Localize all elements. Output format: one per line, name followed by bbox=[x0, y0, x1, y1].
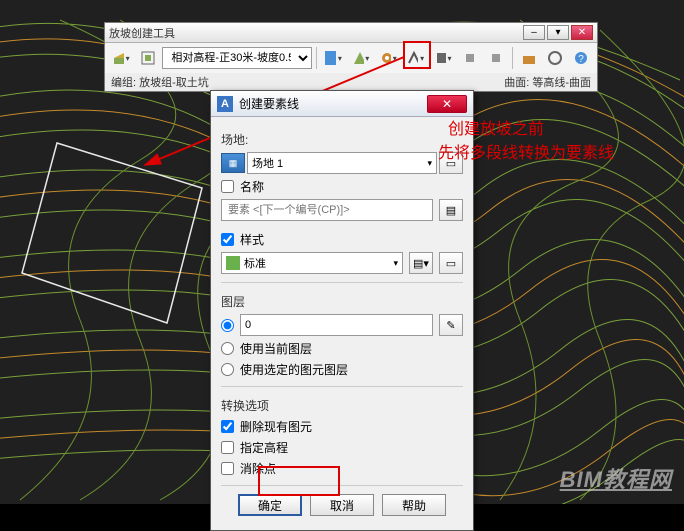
tool-edit-elevation[interactable]: ▾ bbox=[403, 46, 428, 70]
tool-set-group[interactable] bbox=[136, 46, 160, 70]
tool-select-grading[interactable]: ▾ bbox=[109, 46, 134, 70]
cancel-button[interactable]: 取消 bbox=[310, 494, 374, 516]
erase-label: 删除现有图元 bbox=[240, 418, 312, 435]
dialog-title-text: 创建要素线 bbox=[239, 95, 299, 112]
ok-button[interactable]: 确定 bbox=[238, 494, 302, 516]
weed-label: 消除点 bbox=[240, 460, 276, 477]
layer-radio-selected[interactable] bbox=[221, 363, 234, 376]
style-checkbox[interactable] bbox=[221, 233, 234, 246]
pin-button[interactable]: ▾ bbox=[547, 25, 569, 40]
name-label: 名称 bbox=[240, 178, 264, 195]
separator bbox=[316, 47, 317, 69]
separator bbox=[512, 47, 513, 69]
create-feature-line-dialog: A 创建要素线 ✕ 场地: ▦ 场地 1 ▾ ▭ 名称 ▤ 样式 bbox=[210, 90, 474, 531]
svg-text:?: ? bbox=[578, 54, 584, 65]
tool-undo[interactable] bbox=[458, 46, 482, 70]
toolbar-titlebar[interactable]: 放坡创建工具 – ▾ ✕ bbox=[105, 23, 597, 43]
tool-feature-line[interactable]: ▾ bbox=[376, 46, 401, 70]
elevation-checkbox[interactable] bbox=[221, 441, 234, 454]
style-edit-button[interactable]: ▤▾ bbox=[409, 252, 433, 274]
minimize-button[interactable]: – bbox=[523, 25, 545, 40]
app-icon: A bbox=[217, 96, 233, 112]
elevation-label: 指定高程 bbox=[240, 439, 288, 456]
name-input[interactable] bbox=[221, 199, 433, 221]
help-button[interactable]: 帮助 bbox=[382, 494, 446, 516]
tool-stamp[interactable]: ▾ bbox=[431, 46, 456, 70]
dialog-titlebar[interactable]: A 创建要素线 ✕ bbox=[211, 91, 473, 117]
layer-radio-specify[interactable] bbox=[221, 319, 234, 332]
close-button[interactable]: ✕ bbox=[571, 25, 593, 40]
watermark: BIM教程网 bbox=[560, 462, 672, 494]
status-group: 编组: 放坡组-取土坑 bbox=[111, 74, 209, 90]
weed-checkbox[interactable] bbox=[221, 462, 234, 475]
tool-create-grading[interactable]: ▾ bbox=[349, 46, 374, 70]
erase-checkbox[interactable] bbox=[221, 420, 234, 433]
style-dropdown[interactable]: 标准 ▾ bbox=[221, 252, 403, 274]
tool-properties[interactable] bbox=[543, 46, 567, 70]
style-pick-button[interactable]: ▭ bbox=[439, 252, 463, 274]
toolbar-title-text: 放坡创建工具 bbox=[109, 25, 175, 41]
name-template-button[interactable]: ▤ bbox=[439, 199, 463, 221]
site-label: 场地: bbox=[221, 131, 463, 148]
criteria-combo[interactable]: 相对高程-正30米-坡度0.5 bbox=[162, 47, 312, 69]
layer-label: 图层 bbox=[221, 293, 463, 310]
tool-volume[interactable] bbox=[517, 46, 541, 70]
dialog-close-button[interactable]: ✕ bbox=[427, 95, 467, 113]
tool-help[interactable]: ? bbox=[569, 46, 593, 70]
layer-selected-label: 使用选定的图元图层 bbox=[240, 361, 348, 378]
status-surface: 曲面: 等高线-曲面 bbox=[504, 74, 591, 90]
tool-paint[interactable]: ▾ bbox=[321, 46, 346, 70]
site-dropdown[interactable]: 场地 1 ▾ bbox=[247, 152, 437, 174]
site-pick-button[interactable]: ▭ bbox=[439, 152, 463, 174]
style-label: 样式 bbox=[240, 231, 264, 248]
grading-tools-window: 放坡创建工具 – ▾ ✕ ▾ 相对高程-正30米-坡度0.5 ▾ ▾ ▾ ▾ ▾… bbox=[104, 22, 598, 92]
layer-dropdown[interactable]: 0 bbox=[240, 314, 433, 336]
name-checkbox[interactable] bbox=[221, 180, 234, 193]
layer-radio-current[interactable] bbox=[221, 342, 234, 355]
site-icon: ▦ bbox=[221, 153, 245, 173]
tool-redo[interactable] bbox=[484, 46, 508, 70]
layer-pick-button[interactable]: ✎ bbox=[439, 314, 463, 336]
layer-current-label: 使用当前图层 bbox=[240, 340, 312, 357]
style-icon bbox=[226, 256, 240, 270]
convert-label: 转换选项 bbox=[221, 397, 463, 414]
